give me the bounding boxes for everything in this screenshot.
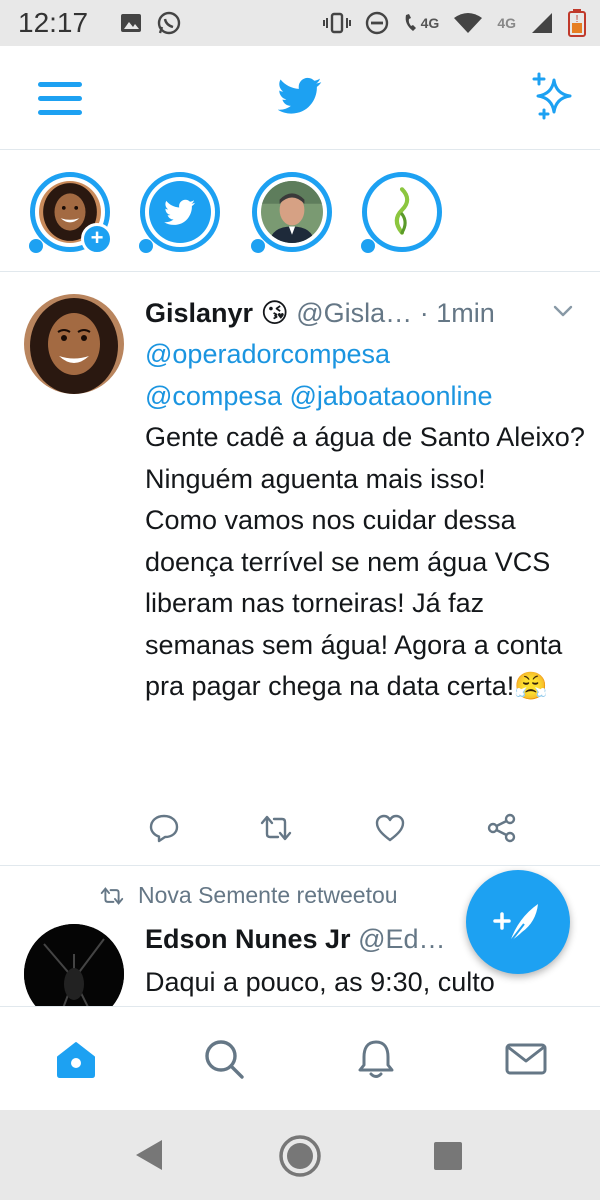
twitter-bird-icon[interactable]: [278, 76, 322, 116]
mention-link[interactable]: @operadorcompesa: [145, 339, 390, 369]
compose-feather-icon: [493, 904, 538, 943]
phone-call-icon: [405, 14, 416, 31]
tweet-timestamp: 1min: [436, 298, 495, 328]
plant-fleet-avatar[interactable]: [361, 172, 442, 253]
fleet-tail: [139, 239, 153, 253]
retweet-context: Nova Semente retweetou: [100, 882, 398, 909]
svg-text:!: !: [576, 14, 579, 25]
network-type-label: 4G: [420, 15, 440, 31]
author-avatar[interactable]: [24, 294, 124, 394]
vibrate-icon: [322, 12, 351, 34]
tweet-actions: [148, 812, 528, 846]
system-navigation-bar: [0, 1110, 600, 1200]
plant-fleet-image: [371, 181, 433, 243]
battery-icon: !: [568, 9, 586, 37]
compose-tweet-button[interactable]: [466, 870, 570, 974]
wifi-icon: [454, 13, 483, 33]
separator-dot: ·: [412, 298, 437, 328]
hamburger-menu-icon[interactable]: [38, 80, 82, 118]
author-name[interactable]: Gislanyr: [145, 298, 253, 328]
user-fleet-avatar[interactable]: [251, 172, 332, 253]
do-not-disturb-icon: [365, 11, 388, 35]
notifications-bell-icon[interactable]: [354, 1037, 398, 1081]
author-name[interactable]: Edson Nunes Jr: [145, 924, 351, 954]
fleets-row: +: [0, 150, 600, 272]
fleet-tail: [251, 239, 265, 253]
author-avatar[interactable]: [24, 924, 124, 1006]
tweet-end-emoji: 😤: [514, 671, 548, 701]
tweet-body-text: Daqui a pouco, as 9:30, culto: [145, 967, 495, 997]
twitter-fleet-image: [149, 181, 211, 243]
own-fleet-avatar[interactable]: +: [29, 172, 113, 255]
retweet-small-icon: [100, 886, 124, 905]
like-heart-icon[interactable]: [374, 812, 406, 844]
call-4g-indicator: 4G: [403, 12, 440, 34]
retweeted-by-label[interactable]: Nova Semente retweetou: [138, 882, 398, 909]
home-circle-icon[interactable]: [278, 1134, 322, 1178]
messages-mail-icon[interactable]: [504, 1037, 548, 1081]
cell-signal-icon: [532, 13, 552, 33]
sparkle-icon[interactable]: [530, 72, 578, 120]
retweet-icon[interactable]: [260, 812, 292, 844]
author-handle[interactable]: @Gisla…: [296, 298, 412, 328]
add-fleet-button[interactable]: +: [81, 223, 113, 255]
tweet-body-text: Gente cadê a água de Santo Aleixo? Ningu…: [145, 422, 585, 701]
mention-link[interactable]: @jaboataoonline: [289, 381, 492, 411]
back-icon[interactable]: [134, 1138, 164, 1172]
author-emoji: 😘: [260, 298, 289, 328]
search-icon[interactable]: [202, 1037, 246, 1081]
recents-square-icon[interactable]: [432, 1140, 464, 1172]
status-left: 12:17: [14, 7, 182, 39]
bottom-navigation: [0, 1006, 600, 1110]
status-right: 4G 4G !: [322, 9, 586, 37]
home-icon[interactable]: [54, 1037, 98, 1081]
twitter-fleet-avatar[interactable]: [139, 172, 220, 253]
gallery-icon: [121, 14, 142, 32]
tweet[interactable]: Gislanyr 😘 @Gisla… · 1min @operadorcompe…: [0, 272, 600, 866]
tweet-header: Gislanyr 😘 @Gisla… · 1min: [145, 296, 585, 330]
chevron-down-icon[interactable]: [552, 300, 574, 322]
share-icon[interactable]: [486, 812, 518, 844]
user-fleet-image: [261, 181, 323, 243]
fleet-tail: [361, 239, 375, 253]
top-app-bar: [0, 46, 600, 150]
status-bar: 12:17 4G 4G !: [0, 0, 600, 46]
tweet-text: @operadorcompesa @compesa @jaboataoonlin…: [145, 334, 585, 708]
screen: 12:17 4G 4G ! + Gislanyr 😘 @Gisla… · 1mi…: [0, 0, 600, 1200]
whatsapp-icon: [157, 11, 181, 35]
network-type-label-2: 4G: [497, 15, 516, 31]
fleet-tail: [29, 239, 43, 253]
reply-icon[interactable]: [148, 812, 180, 844]
status-time: 12:17: [18, 7, 89, 38]
author-handle[interactable]: @Ed…: [358, 924, 445, 954]
mention-link[interactable]: @compesa: [145, 381, 282, 411]
